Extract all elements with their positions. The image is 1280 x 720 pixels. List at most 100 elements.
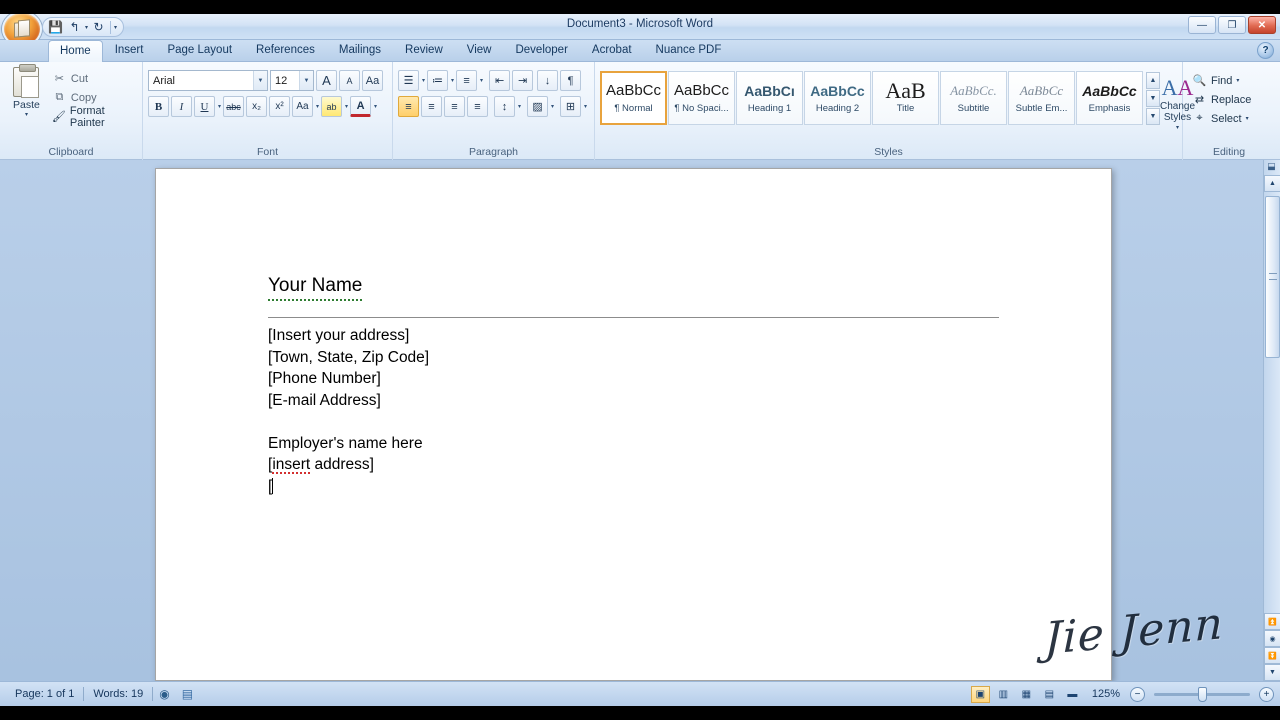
numbering-dropdown-icon[interactable]: ▾ bbox=[451, 77, 454, 84]
zoom-level[interactable]: 125% bbox=[1086, 688, 1126, 700]
select-button[interactable]: ⌖ Select ▾ bbox=[1188, 109, 1253, 128]
view-draft-button[interactable]: ▬ bbox=[1063, 686, 1082, 703]
bullets-button[interactable]: ☰ bbox=[398, 70, 419, 91]
close-button[interactable]: ✕ bbox=[1248, 16, 1276, 34]
shading-dropdown-icon[interactable]: ▾ bbox=[551, 103, 554, 110]
cut-button[interactable]: ✂ Cut bbox=[48, 69, 137, 88]
view-print-layout-button[interactable]: ▣ bbox=[970, 685, 990, 703]
styles-scroll-down-icon[interactable]: ▼ bbox=[1146, 90, 1160, 107]
document-page[interactable]: Your Name [Insert your address] [Town, S… bbox=[155, 168, 1112, 681]
select-dropdown-icon[interactable]: ▾ bbox=[1246, 115, 1249, 122]
style-title[interactable]: AaB Title bbox=[872, 71, 939, 125]
zoom-slider-thumb[interactable] bbox=[1198, 686, 1207, 702]
style-emphasis[interactable]: AaBbCc Emphasis bbox=[1076, 71, 1143, 125]
bold-button[interactable]: B bbox=[148, 96, 169, 117]
doc-title-line: Your Name bbox=[268, 273, 1000, 301]
select-browse-object-icon[interactable]: ◉ bbox=[1264, 630, 1280, 647]
restore-button[interactable]: ❐ bbox=[1218, 16, 1246, 34]
tab-page-layout[interactable]: Page Layout bbox=[155, 39, 244, 61]
tab-developer[interactable]: Developer bbox=[503, 39, 579, 61]
format-painter-button[interactable]: 🖌 Format Painter bbox=[48, 105, 137, 129]
shading-button[interactable]: ▨ bbox=[527, 96, 549, 117]
split-bar-icon[interactable]: ⬓ bbox=[1263, 160, 1280, 174]
show-formatting-marks-button[interactable]: ¶ bbox=[560, 70, 582, 91]
tab-review[interactable]: Review bbox=[393, 39, 455, 61]
highlight-button[interactable]: ab bbox=[321, 96, 343, 117]
scrollbar-thumb[interactable] bbox=[1265, 196, 1280, 358]
chevron-down-icon[interactable]: ▼ bbox=[253, 71, 267, 90]
view-web-layout-button[interactable]: ▦ bbox=[1017, 686, 1036, 703]
italic-button[interactable]: I bbox=[171, 96, 192, 117]
style-no-spacing[interactable]: AaBbCc ¶ No Spaci... bbox=[668, 71, 735, 125]
view-full-screen-reading-button[interactable]: ▥ bbox=[994, 686, 1013, 703]
next-page-icon[interactable]: ⏬ bbox=[1264, 647, 1280, 664]
clear-formatting-button[interactable]: Aa bbox=[362, 70, 383, 91]
multilevel-list-button[interactable]: ≡ bbox=[456, 70, 478, 91]
replace-button[interactable]: ⇄ Replace bbox=[1188, 90, 1255, 109]
bullets-dropdown-icon[interactable]: ▾ bbox=[422, 77, 425, 84]
tab-references[interactable]: References bbox=[244, 39, 327, 61]
style-heading-1[interactable]: AaBbCı Heading 1 bbox=[736, 71, 803, 125]
justify-button[interactable]: ≡ bbox=[467, 96, 488, 117]
change-case-button[interactable]: Aa bbox=[292, 96, 314, 117]
style-normal[interactable]: AaBbCc ¶ Normal bbox=[600, 71, 667, 125]
word-count[interactable]: Words: 19 bbox=[84, 687, 152, 701]
grow-font-button[interactable]: A bbox=[316, 70, 337, 91]
scroll-down-icon[interactable]: ▼ bbox=[1264, 664, 1280, 681]
tab-acrobat[interactable]: Acrobat bbox=[580, 39, 644, 61]
style-subtitle[interactable]: AaBbCc. Subtitle bbox=[940, 71, 1007, 125]
styles-scroll-up-icon[interactable]: ▲ bbox=[1146, 72, 1160, 89]
increase-indent-button[interactable]: ⇥ bbox=[512, 70, 534, 91]
align-right-button[interactable]: ≡ bbox=[444, 96, 465, 117]
font-size-combo[interactable]: 12 ▼ bbox=[270, 70, 314, 91]
font-name-combo[interactable]: Arial ▼ bbox=[148, 70, 268, 91]
previous-page-icon[interactable]: ⏫ bbox=[1264, 613, 1280, 630]
minimize-button[interactable]: — bbox=[1188, 16, 1216, 34]
page-indicator[interactable]: Page: 1 of 1 bbox=[6, 687, 83, 701]
view-outline-button[interactable]: ▤ bbox=[1040, 686, 1059, 703]
align-center-button[interactable]: ≡ bbox=[421, 96, 442, 117]
font-color-dropdown-icon[interactable]: ▾ bbox=[374, 103, 377, 110]
tab-home[interactable]: Home bbox=[48, 40, 103, 62]
tab-insert[interactable]: Insert bbox=[103, 39, 156, 61]
tab-view[interactable]: View bbox=[455, 39, 504, 61]
zoom-slider[interactable] bbox=[1154, 686, 1250, 702]
tab-mailings[interactable]: Mailings bbox=[327, 39, 393, 61]
font-color-button[interactable]: A bbox=[350, 96, 372, 117]
numbering-button[interactable]: ≔ bbox=[427, 70, 449, 91]
vertical-scrollbar[interactable]: ⬓ ▲ ⏫ ◉ ⏬ ▼ bbox=[1263, 160, 1280, 681]
styles-more-icon[interactable]: ▼ bbox=[1146, 108, 1160, 125]
align-left-button[interactable]: ≡ bbox=[398, 96, 419, 117]
underline-dropdown-icon[interactable]: ▾ bbox=[218, 103, 221, 110]
shrink-font-button[interactable]: A bbox=[339, 70, 360, 91]
zoom-out-button[interactable]: − bbox=[1130, 686, 1145, 702]
line-spacing-button[interactable]: ↕ bbox=[494, 96, 515, 117]
find-button[interactable]: 🔍 Find ▾ bbox=[1188, 71, 1243, 90]
zoom-in-button[interactable]: + bbox=[1259, 686, 1274, 702]
multilevel-dropdown-icon[interactable]: ▾ bbox=[480, 77, 483, 84]
borders-dropdown-icon[interactable]: ▾ bbox=[584, 103, 587, 110]
paste-dropdown-icon[interactable]: ▾ bbox=[25, 111, 28, 118]
highlight-dropdown-icon[interactable]: ▾ bbox=[345, 103, 348, 110]
scroll-up-icon[interactable]: ▲ bbox=[1264, 175, 1280, 192]
change-styles-dropdown-icon[interactable]: ▾ bbox=[1176, 123, 1179, 134]
paste-button[interactable]: Paste ▾ bbox=[5, 64, 48, 118]
underline-button[interactable]: U bbox=[194, 96, 215, 117]
decrease-indent-button[interactable]: ⇤ bbox=[489, 70, 511, 91]
line-spacing-dropdown-icon[interactable]: ▾ bbox=[518, 103, 521, 110]
subscript-button[interactable]: x₂ bbox=[246, 96, 268, 117]
sort-button[interactable]: ↓ bbox=[537, 70, 559, 91]
strikethrough-button[interactable]: abc bbox=[223, 96, 245, 117]
style-subtle-emphasis[interactable]: AaBbCc Subtle Em... bbox=[1008, 71, 1075, 125]
style-heading-2[interactable]: AaBbCc Heading 2 bbox=[804, 71, 871, 125]
tab-nuance-pdf[interactable]: Nuance PDF bbox=[644, 39, 734, 61]
superscript-button[interactable]: x² bbox=[269, 96, 291, 117]
document-text[interactable]: Your Name [Insert your address] [Town, S… bbox=[268, 273, 1000, 497]
find-dropdown-icon[interactable]: ▾ bbox=[1236, 77, 1239, 84]
help-icon[interactable]: ? bbox=[1257, 42, 1274, 59]
change-case-dropdown-icon[interactable]: ▾ bbox=[316, 103, 319, 110]
borders-button[interactable]: ⊞ bbox=[560, 96, 582, 117]
language-icon[interactable]: ▤ bbox=[176, 687, 199, 701]
proofing-errors-icon[interactable]: ◉ bbox=[153, 687, 175, 701]
chevron-down-icon[interactable]: ▼ bbox=[299, 71, 313, 90]
